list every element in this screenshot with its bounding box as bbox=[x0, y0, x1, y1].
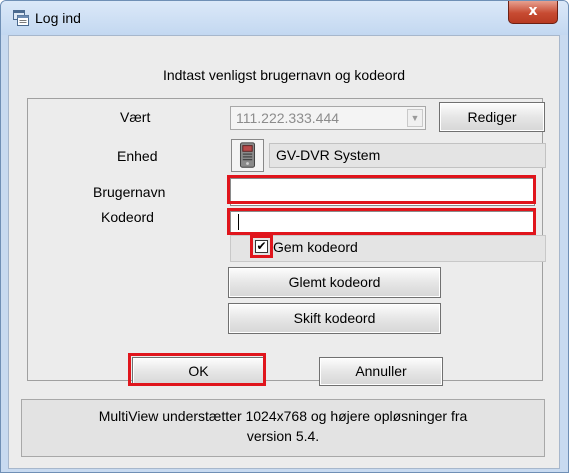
text-caret bbox=[238, 214, 239, 230]
host-label: Vært bbox=[120, 109, 151, 125]
forgot-password-button[interactable]: Glemt kodeord bbox=[228, 267, 441, 298]
checkbox-highlight bbox=[250, 235, 273, 258]
password-label: Kodeord bbox=[101, 209, 154, 225]
dialog-body: Indtast venligst brugernavn og kodeord V… bbox=[8, 35, 560, 469]
host-value: 111.222.333.444 bbox=[236, 110, 340, 126]
remember-password-label[interactable]: Gem kodeord bbox=[273, 239, 358, 255]
dialog-heading: Indtast venligst brugernavn og kodeord bbox=[162, 67, 406, 83]
window-title: Log ind bbox=[35, 10, 81, 26]
username-highlight bbox=[227, 175, 536, 204]
dvr-device-icon bbox=[231, 139, 264, 172]
info-line-2: version 5.4. bbox=[246, 428, 320, 444]
dropdown-arrow-icon[interactable]: ▼ bbox=[407, 109, 423, 127]
close-button[interactable]: x bbox=[508, 1, 558, 24]
cancel-button[interactable]: Annuller bbox=[319, 357, 443, 386]
info-message: MultiView understætter 1024x768 og højer… bbox=[21, 399, 545, 457]
edit-host-button[interactable]: Rediger bbox=[439, 102, 545, 132]
host-dropdown[interactable]: 111.222.333.444 ▼ bbox=[230, 106, 426, 130]
title-bar[interactable]: Log ind x bbox=[1, 1, 568, 35]
username-label: Brugernavn bbox=[93, 184, 166, 200]
window-app-icon bbox=[13, 10, 29, 26]
device-label: Enhed bbox=[117, 148, 158, 164]
device-name-field: GV-DVR System bbox=[269, 143, 546, 168]
info-line-1: MultiView understætter 1024x768 og højer… bbox=[98, 408, 468, 424]
ok-highlight bbox=[128, 353, 266, 386]
password-highlight bbox=[227, 208, 536, 235]
close-icon: x bbox=[528, 3, 538, 19]
change-password-button[interactable]: Skift kodeord bbox=[228, 303, 441, 334]
login-window: Log ind x Indtast venligst brugernavn og… bbox=[0, 0, 569, 473]
